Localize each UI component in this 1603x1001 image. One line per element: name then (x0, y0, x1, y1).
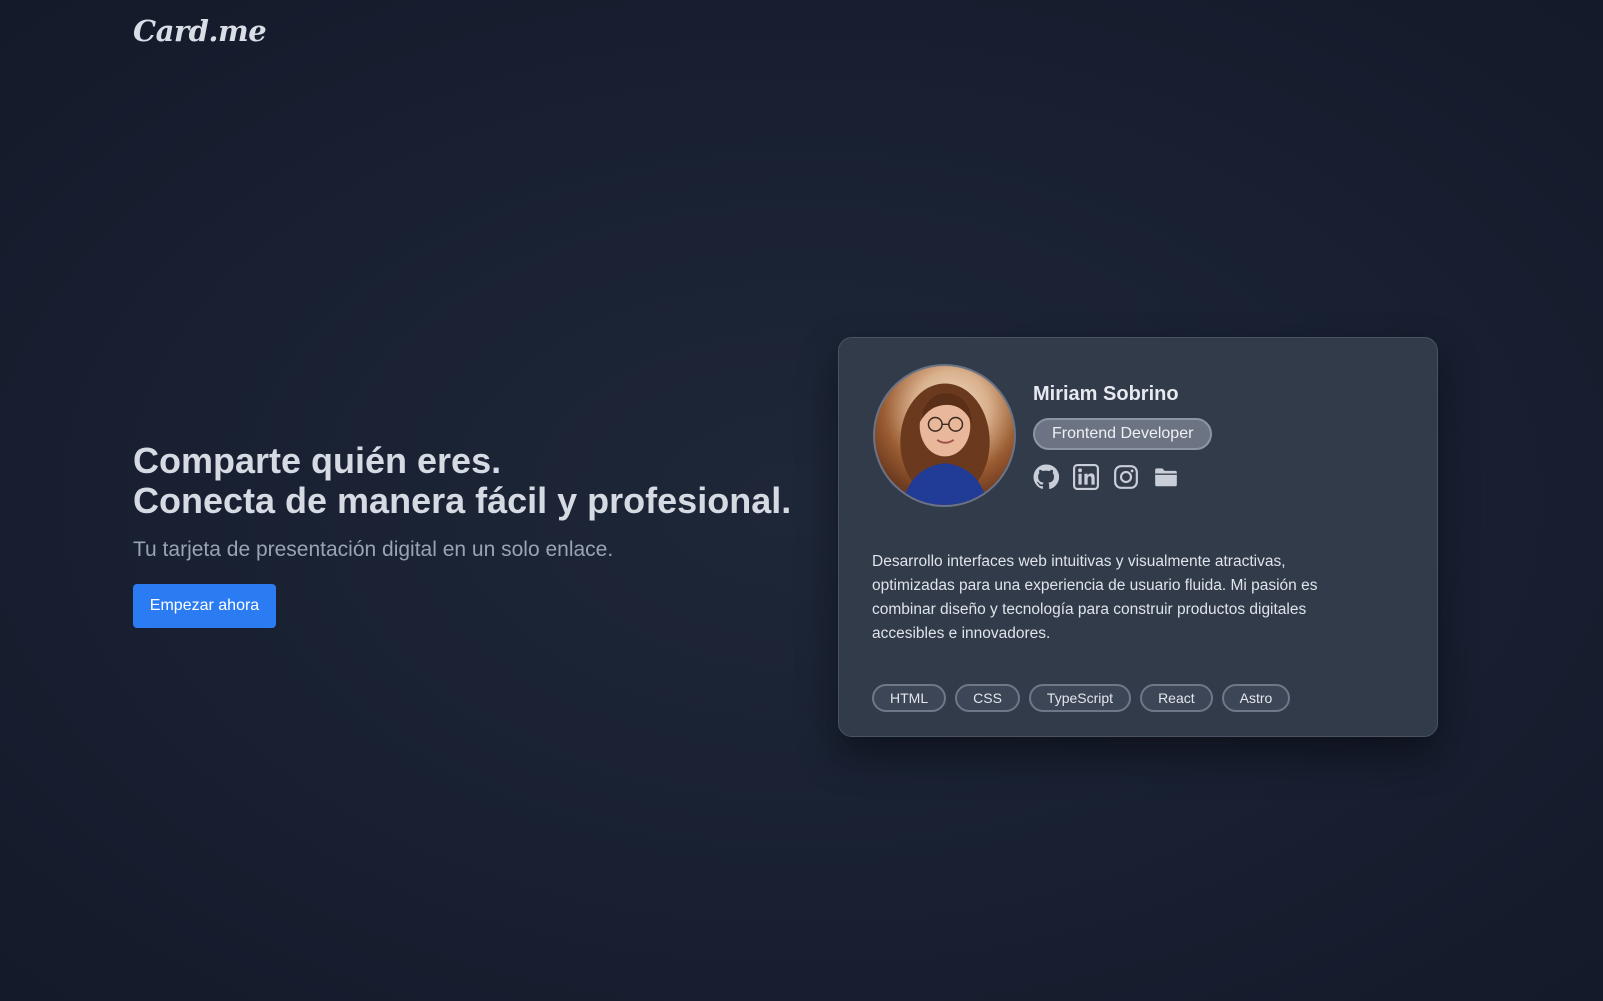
tag-css: CSS (955, 684, 1020, 712)
hero-section: Comparte quién eres. Conecta de manera f… (133, 441, 813, 628)
linkedin-icon[interactable] (1073, 464, 1099, 490)
avatar-portrait (900, 383, 990, 505)
instagram-icon[interactable] (1113, 464, 1139, 490)
tag-typescript: TypeScript (1028, 684, 1132, 712)
start-now-button[interactable]: Empezar ahora (133, 584, 276, 628)
hero-subtitle: Tu tarjeta de presentación digital en un… (133, 538, 614, 561)
hero-title: Comparte quién eres. Conecta de manera f… (133, 441, 813, 521)
profile-card: Miriam Sobrino Frontend Developer Desarr… (838, 337, 1438, 737)
avatar (873, 364, 1016, 507)
folder-icon[interactable] (1153, 464, 1179, 490)
tag-react: React (1140, 684, 1213, 712)
github-icon[interactable] (1033, 464, 1059, 490)
skills-tags: HTML CSS TypeScript React Astro (872, 684, 1291, 712)
profile-name: Miriam Sobrino (1033, 383, 1179, 405)
social-links (1033, 464, 1179, 490)
tag-html: HTML (872, 684, 947, 712)
logo[interactable]: Card.me (133, 14, 267, 48)
profile-bio: Desarrollo interfaces web intuitivas y v… (872, 553, 1318, 642)
tag-astro: Astro (1221, 684, 1291, 712)
hero-title-line-2: Conecta de manera fácil y profesional. (133, 480, 792, 521)
hero-title-line-1: Comparte quién eres. (133, 440, 502, 481)
landing-page: Card.me Comparte quién eres. Conecta de … (0, 0, 1603, 1001)
role-badge: Frontend Developer (1033, 418, 1213, 450)
